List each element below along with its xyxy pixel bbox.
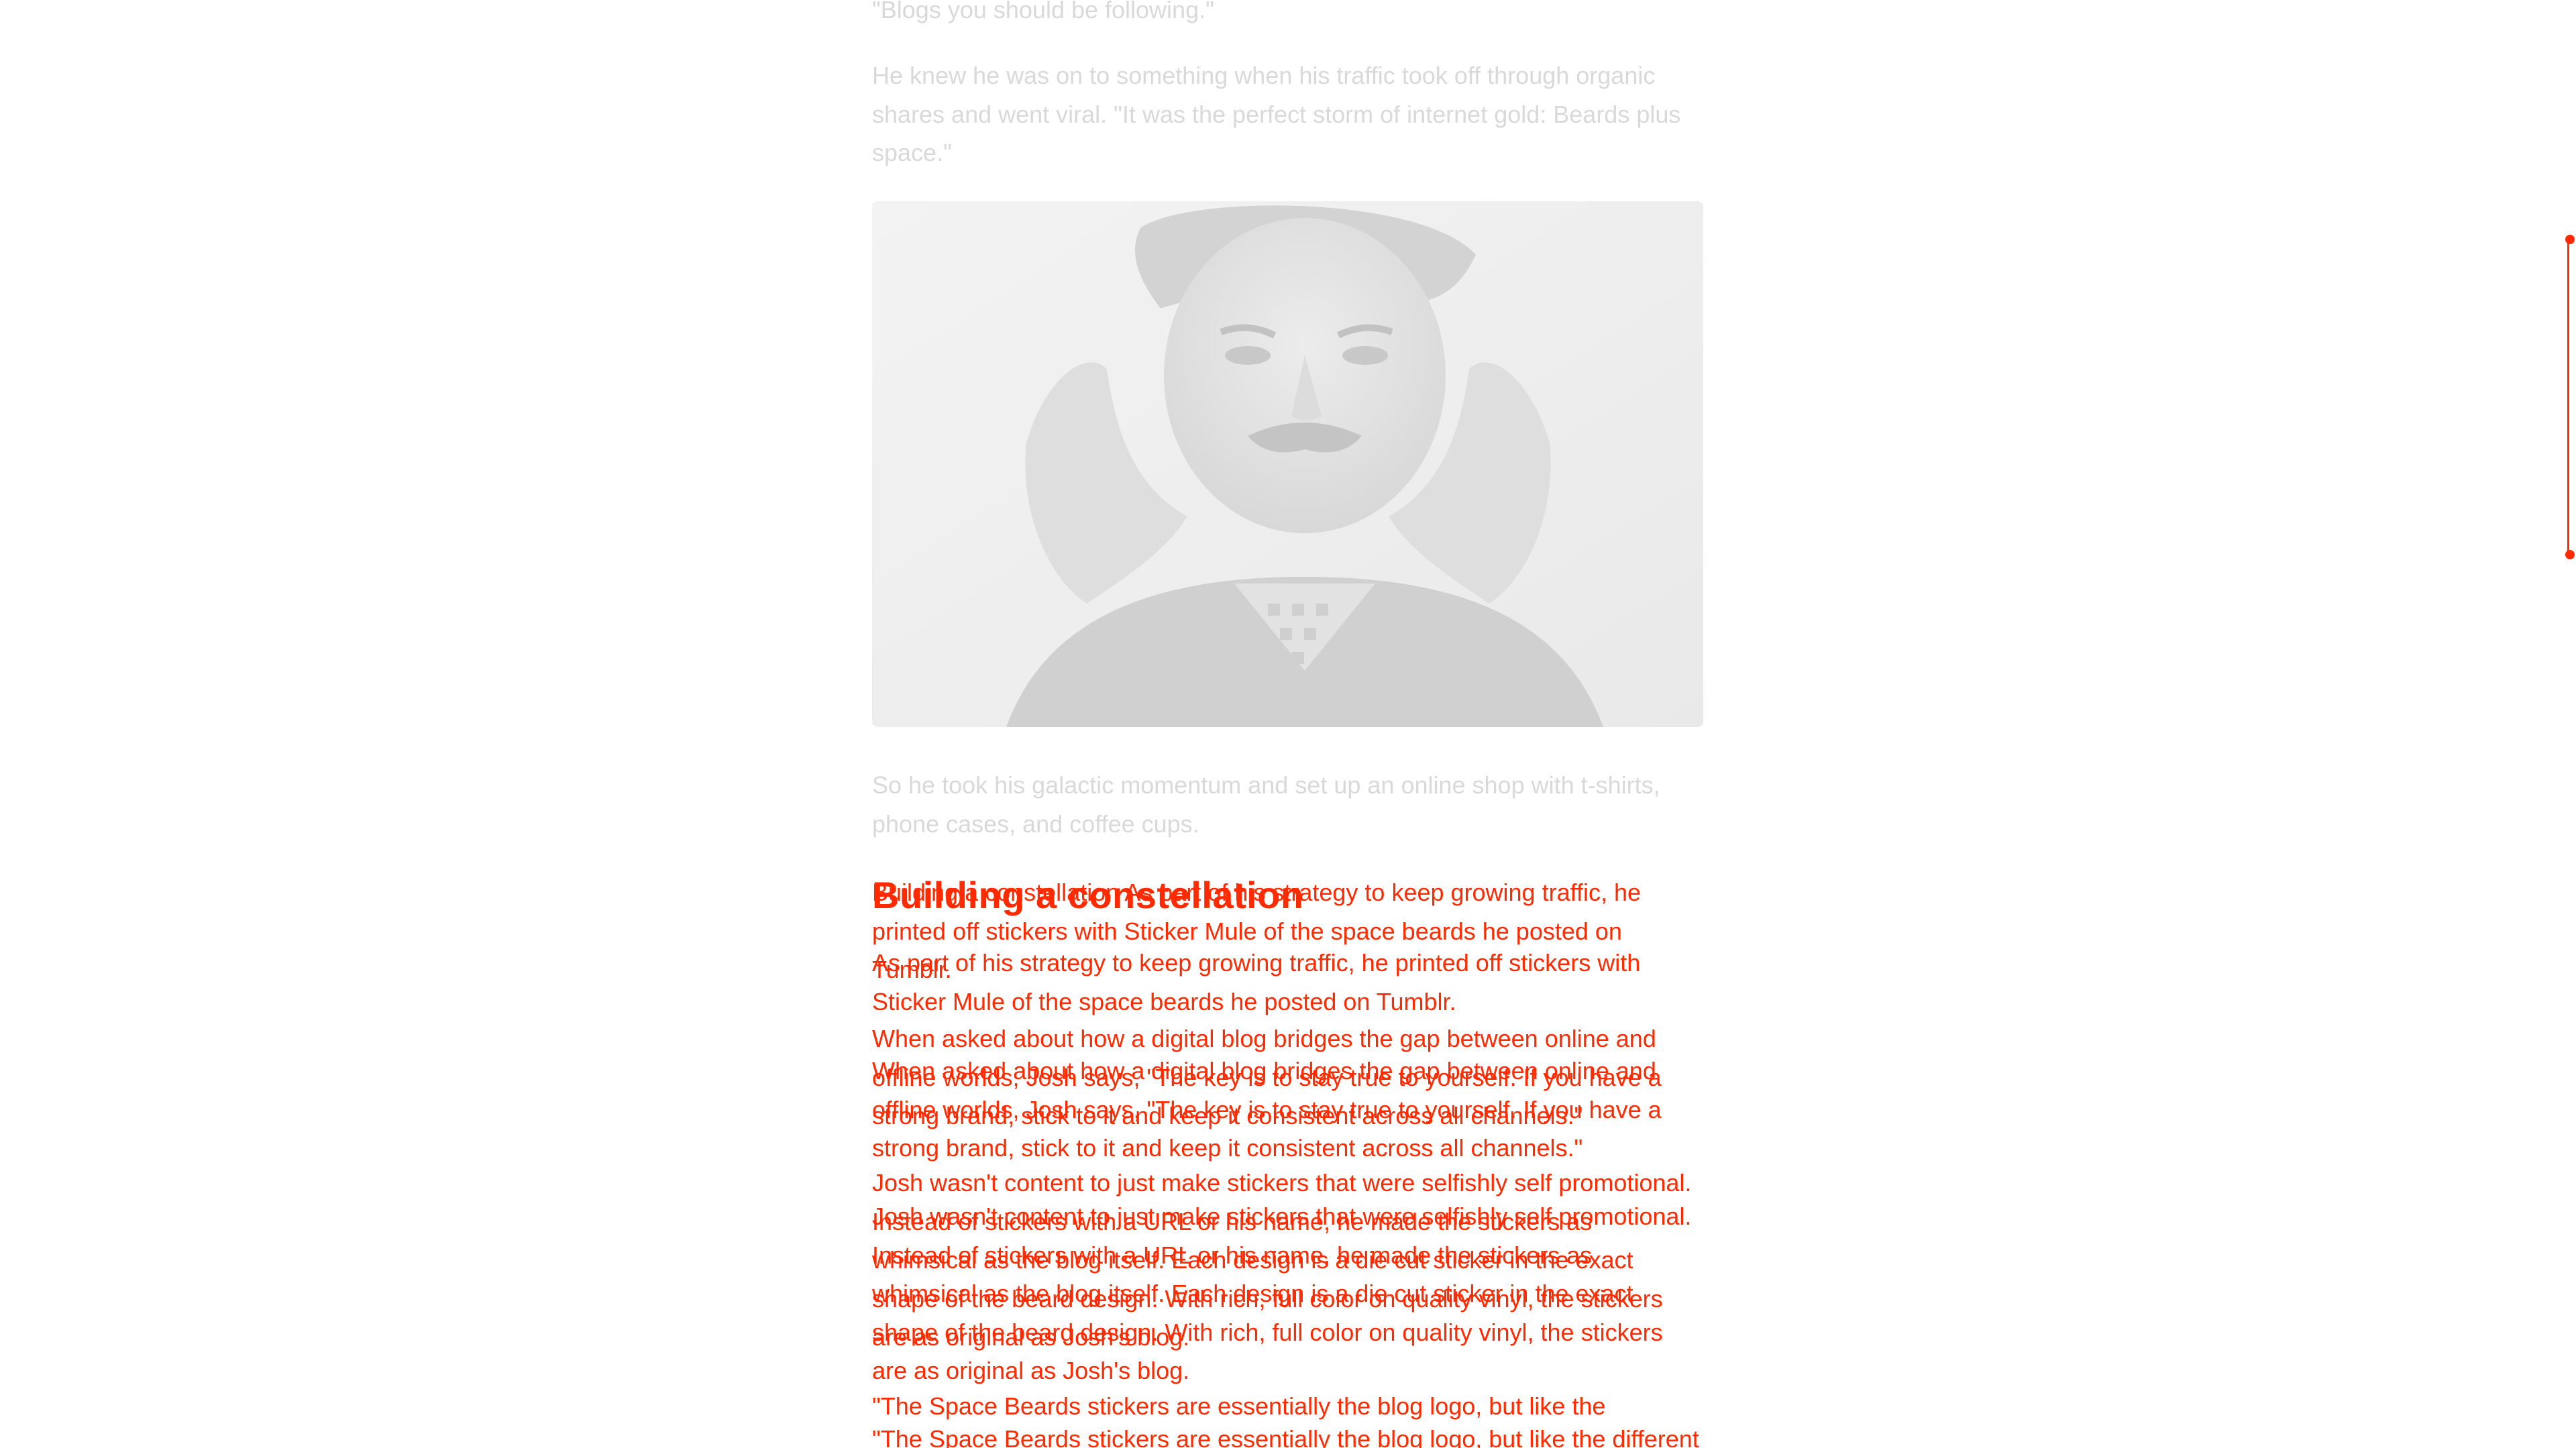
faded-top-quote: "Blogs you should be following." [872, 0, 1214, 23]
scrollbar[interactable] [2560, 235, 2576, 563]
overlay-paragraph-1: As part of his strategy to keep growing … [872, 949, 1641, 1015]
section-heading: Building a constellation [872, 874, 1304, 916]
scrollbar-top-cap [2565, 235, 2575, 244]
faded-paragraph-1: He knew he was on to something when his … [872, 62, 1681, 166]
portrait-illustration [872, 201, 1703, 727]
overlay-paragraph-3-ghost: Josh wasn't content to just make sticker… [872, 1203, 1692, 1384]
overlay-paragraph-4-ghost: "The Space Beards stickers are essential… [872, 1425, 1699, 1448]
faded-paragraph-2: So he took his galactic momentum and set… [872, 771, 1660, 838]
overlay-paragraph-2-ghost: When asked about how a digital blog brid… [872, 1057, 1662, 1162]
hero-image [872, 201, 1703, 727]
scrollbar-thumb[interactable] [2567, 241, 2575, 557]
page: "Blogs you should be following." He knew… [0, 0, 2576, 1448]
scrollbar-bottom-cap [2565, 550, 2575, 559]
